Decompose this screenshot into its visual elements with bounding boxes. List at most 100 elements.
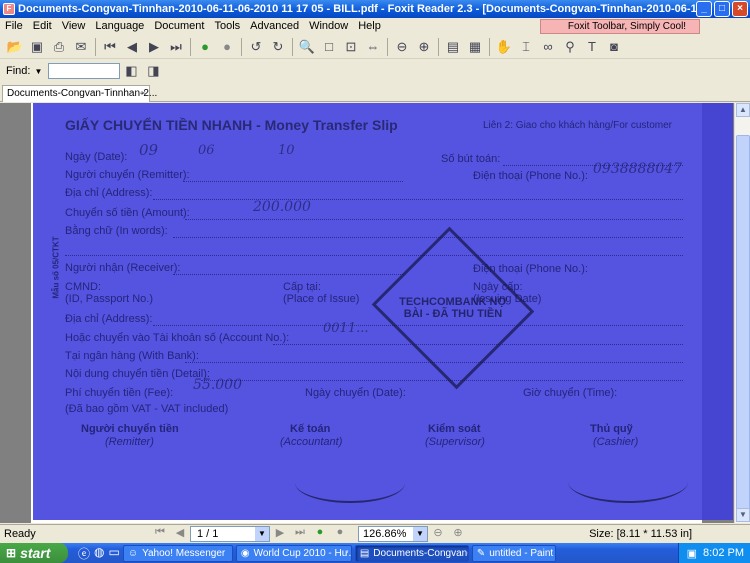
menu-edit[interactable]: Edit [28,18,57,34]
open-icon[interactable]: 📂 [5,37,25,57]
find-input[interactable] [48,63,121,79]
firefox-icon[interactable]: ◍ [94,545,104,562]
rotate-left-icon[interactable]: ↺ [246,37,266,57]
go-forward-icon[interactable]: ● [217,37,237,57]
browser-icon: ◉ [240,547,250,559]
form-code: Mẫu số 05/CTKT [51,236,61,299]
show-desktop-icon[interactable]: ▭ [109,545,120,562]
app-icon[interactable]: F [3,3,15,15]
menu-view[interactable]: View [57,18,91,34]
find-previous-icon[interactable]: ◧ [121,61,141,81]
signature-supervisor-en: (Supervisor) [425,436,485,448]
zoom-dropdown-icon[interactable]: ▼ [413,527,427,541]
handwritten-month: 06 [198,143,215,158]
time-label: Giờ chuyển (Time): [523,387,618,399]
first-page-nav-icon[interactable]: ⏮ [150,526,170,542]
document-tab[interactable]: Documents-Congvan-Tinnhan-2... × [2,85,157,102]
previous-page-icon[interactable]: ◀ [122,37,142,57]
zoom-in-status-icon[interactable]: ⊕ [448,526,468,542]
hand-tool-icon[interactable]: ✋ [494,37,514,57]
place-issue-label: (Place of Issue) [283,293,360,305]
zoom-out-status-icon[interactable]: ⊖ [428,526,448,542]
scrollbar-thumb[interactable] [736,135,750,515]
task-world-cup[interactable]: ◉ World Cup 2010 - Hư... [235,544,352,562]
menu-help[interactable]: Help [353,18,386,34]
cmnd-label: CMND: [65,281,102,293]
ad-text: Foxit Toolbar, Simply Cool! [567,21,687,32]
page-number-input[interactable]: 1 / 1 ▼ [190,526,270,542]
snapshot-icon[interactable]: ◙ [604,37,624,57]
document-view[interactable]: GIẤY CHUYỂN TIỀN NHANH - Money Transfer … [0,103,750,523]
last-page-nav-icon[interactable]: ⏭ [290,526,310,542]
page-dropdown-icon[interactable]: ▼ [255,527,269,541]
separator [241,37,242,56]
separator [489,37,490,56]
paint-icon: ✎ [476,547,486,559]
task-label: untitled - Paint [489,547,554,559]
find-options-dropdown-icon[interactable]: ▼ [34,67,42,76]
single-page-icon[interactable]: ▤ [443,37,463,57]
separator [190,37,191,56]
glasses-icon[interactable]: ∞ [538,37,558,57]
menu-file[interactable]: File [0,18,28,34]
scroll-down-icon[interactable]: ▼ [736,508,750,522]
maximize-button[interactable]: □ [714,1,730,17]
scroll-up-icon[interactable]: ▲ [736,103,750,117]
email-icon[interactable]: ✉ [71,37,91,57]
task-label: World Cup 2010 - Hư... [253,547,352,559]
zoom-select[interactable]: 126.86% ▼ [358,526,428,542]
menu-language[interactable]: Language [90,18,149,34]
binoculars-icon[interactable]: ⚲ [560,37,580,57]
task-paint[interactable]: ✎ untitled - Paint [471,544,556,562]
first-page-icon[interactable]: ⏮ [100,37,120,57]
ie-icon[interactable]: ⓔ [78,545,90,562]
menu-window[interactable]: Window [304,18,353,34]
passport-label: (ID, Passport No.) [65,293,154,305]
close-tab-icon[interactable]: × [141,88,146,98]
continuous-icon[interactable]: ▦ [465,37,485,57]
zoom-out-icon[interactable]: ⊖ [392,37,412,57]
document-tabs: Documents-Congvan-Tinnhan-2... × [0,84,750,102]
next-page-icon[interactable]: ▶ [144,37,164,57]
fit-page-icon[interactable]: ⊡ [341,37,361,57]
zoom-tool-icon[interactable]: 🔍 [297,37,317,57]
foxit-toolbar-ad[interactable]: Foxit Toolbar, Simply Cool! [540,19,700,34]
start-button[interactable]: ⊞ start [0,543,68,563]
quick-launch: ⓔ ◍ ▭ [78,545,120,562]
tray-app-icon[interactable]: ▣ [687,547,697,560]
signature-cashier-en: (Cashier) [593,436,639,448]
menu-document[interactable]: Document [149,18,209,34]
fit-width-icon[interactable]: ⇔ [363,37,383,57]
print-icon[interactable]: ⎙ [49,37,69,57]
find-next-icon[interactable]: ◨ [143,61,163,81]
forward-nav-icon[interactable]: ● [330,526,350,542]
vertical-scrollbar[interactable]: ▲ ▼ [734,103,750,523]
windows-logo-icon: ⊞ [6,546,17,560]
save-icon[interactable]: ▣ [27,37,47,57]
amount-line [185,219,683,220]
task-foxit-reader[interactable]: ▤ Documents-Congvan-... [354,544,469,562]
next-page-nav-icon[interactable]: ▶ [270,526,290,542]
back-nav-icon[interactable]: ● [310,526,330,542]
handwritten-day: 09 [139,141,159,159]
pdf-icon: ▤ [359,547,370,559]
actual-size-icon[interactable]: □ [319,37,339,57]
money-transfer-slip: GIẤY CHUYỂN TIỀN NHANH - Money Transfer … [33,103,733,520]
minimize-button[interactable]: _ [696,1,712,17]
rotate-right-icon[interactable]: ↻ [268,37,288,57]
menu-tools[interactable]: Tools [209,18,245,34]
zoom-in-icon[interactable]: ⊕ [414,37,434,57]
close-button[interactable]: × [732,1,748,17]
last-page-icon[interactable]: ⏭ [166,37,186,57]
page-number: 1 / 1 [197,528,219,540]
task-yahoo-messenger[interactable]: ☺ Yahoo! Messenger [122,544,233,562]
prev-page-nav-icon[interactable]: ◀ [170,526,190,542]
separator [292,37,293,56]
select-text-icon[interactable]: ⌶ [516,37,536,57]
document-tab-label: Documents-Congvan-Tinnhan-2... [7,88,158,99]
menu-advanced[interactable]: Advanced [245,18,304,34]
receiver-line [173,274,403,275]
typewriter-icon[interactable]: T [582,37,602,57]
go-back-icon[interactable]: ● [195,37,215,57]
yahoo-icon: ☺ [127,547,139,559]
